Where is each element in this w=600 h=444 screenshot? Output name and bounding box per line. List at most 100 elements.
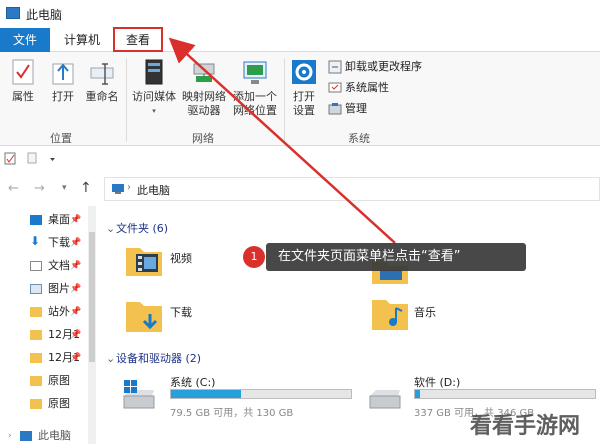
- open-settings-label-1: 打开: [293, 90, 315, 103]
- back-arrow-icon[interactable]: ←: [8, 181, 19, 196]
- open-button[interactable]: 打开: [46, 58, 80, 104]
- nav-item-desktop[interactable]: 桌面 📌: [30, 210, 96, 230]
- folder-downloads[interactable]: [124, 296, 164, 339]
- folder-videos[interactable]: [124, 240, 164, 281]
- drive-label: 系统 (C:): [170, 376, 216, 389]
- instruction-tooltip: 在文件夹页面菜单栏点击“查看”: [266, 243, 526, 271]
- nav-item-label: 图片: [48, 282, 70, 295]
- tab-computer[interactable]: 计算机: [58, 28, 106, 52]
- up-arrow-icon[interactable]: ↑: [80, 180, 92, 196]
- drives-header-label: 设备和驱动器 (2): [116, 352, 202, 365]
- ribbon: 属性 打开 重命名 位置 访问媒体 ▾ 映射网络 驱动器 添加一个 网络位置 网…: [0, 52, 600, 146]
- network-group-label: 网络: [192, 132, 214, 145]
- pin-icon: 📌: [70, 215, 82, 225]
- quick-access-icons: [4, 152, 55, 165]
- pin-icon: 📌: [70, 284, 82, 294]
- properties-button[interactable]: 属性: [6, 58, 40, 104]
- nav-item-folder[interactable]: 12月1 📌: [30, 348, 96, 368]
- nav-item-label: 站外: [48, 305, 70, 318]
- nav-item-folder[interactable]: 原图: [30, 394, 96, 414]
- music-folder-icon: [372, 300, 408, 330]
- nav-item-label: 原图: [48, 374, 70, 387]
- nav-item-label: 原图: [48, 397, 70, 410]
- address-bar[interactable]: › 此电脑: [104, 177, 600, 201]
- forward-arrow-icon[interactable]: →: [34, 181, 45, 196]
- nav-item-documents[interactable]: 文档 📌: [30, 256, 96, 276]
- view-tab-highlight: [113, 27, 163, 52]
- watermark: 看看手游网: [470, 414, 581, 439]
- document-icon: [30, 261, 42, 271]
- system-drive-icon: [123, 380, 155, 409]
- map-drive-label-2: 驱动器: [187, 104, 221, 117]
- window-title: 此电脑: [26, 8, 63, 22]
- chevron-right-icon: ›: [8, 431, 12, 441]
- tab-file[interactable]: 文件: [0, 28, 50, 52]
- picture-icon: [30, 284, 42, 294]
- folders-section-header[interactable]: ⌄文件夹 (6): [106, 220, 168, 236]
- system-properties-button[interactable]: 系统属性: [328, 79, 389, 97]
- network-drive-icon: [193, 63, 215, 82]
- nav-scrollbar[interactable]: [88, 206, 96, 444]
- computer-icon: [6, 7, 20, 19]
- computer-icon: [112, 184, 124, 194]
- manage-button[interactable]: 管理: [328, 100, 367, 118]
- download-folder-icon: [126, 302, 162, 332]
- rename-button[interactable]: 重命名: [82, 58, 122, 104]
- uninstall-label: 卸载或更改程序: [345, 60, 422, 73]
- desktop-icon: [30, 215, 42, 225]
- recent-dropdown-icon[interactable]: ▾: [62, 183, 67, 193]
- network-location-icon: [243, 61, 267, 84]
- drive-c[interactable]: [120, 378, 160, 415]
- manage-icon: [328, 103, 342, 115]
- add-location-label-2: 网络位置: [233, 104, 277, 117]
- location-group-label: 位置: [50, 132, 72, 145]
- uninstall-programs-button[interactable]: 卸载或更改程序: [328, 58, 422, 76]
- uninstall-icon: [328, 60, 342, 74]
- scrollbar-thumb[interactable]: [89, 232, 95, 362]
- nav-item-this-pc[interactable]: › 此电脑: [8, 426, 88, 444]
- add-network-location-button[interactable]: 添加一个 网络位置: [230, 58, 280, 118]
- chevron-down-icon: ⌄: [106, 222, 116, 235]
- navigation-pane: 桌面 📌 ⬇ 下载 📌 文档 📌 图片 📌 站外 📌 12月1 📌 12月1 📌…: [0, 206, 98, 444]
- map-drive-label-1: 映射网络: [182, 90, 226, 103]
- nav-item-folder[interactable]: 12月1 📌: [30, 325, 96, 345]
- add-location-label-1: 添加一个: [233, 90, 277, 103]
- nav-item-downloads[interactable]: ⬇ 下载 📌: [30, 233, 96, 253]
- address-path: 此电脑: [137, 184, 170, 197]
- drive-d[interactable]: [366, 384, 406, 415]
- folder-icon: [30, 330, 42, 340]
- pin-icon: 📌: [70, 307, 82, 317]
- folder-music[interactable]: [370, 294, 410, 337]
- media-server-icon: [145, 59, 163, 85]
- nav-item-label: 此电脑: [38, 429, 71, 442]
- video-folder-icon: [126, 248, 162, 276]
- drive-usage-bar: [414, 389, 596, 399]
- step-number-badge: 1: [243, 246, 265, 268]
- nav-item-folder[interactable]: 原图: [30, 371, 96, 391]
- nav-item-label: 文档: [48, 259, 70, 272]
- title-bar: 此电脑: [0, 0, 600, 28]
- chevron-right-icon: ›: [127, 182, 131, 193]
- open-settings-label-2: 设置: [293, 104, 315, 117]
- address-row: ← → ▾ ↑ › 此电脑: [0, 176, 600, 202]
- folder-label: 视频: [170, 252, 192, 265]
- manage-label: 管理: [345, 102, 367, 115]
- nav-item-label: 桌面: [48, 213, 70, 226]
- nav-item-label: 下载: [48, 236, 70, 249]
- folder-icon: [30, 353, 42, 363]
- drive-free-text: 79.5 GB 可用，共 130 GB: [170, 408, 294, 419]
- access-media-button[interactable]: 访问媒体 ▾: [130, 58, 178, 118]
- download-arrow-icon: ⬇: [30, 234, 41, 248]
- nav-item-pictures[interactable]: 图片 📌: [30, 279, 96, 299]
- drives-section-header[interactable]: ⌄设备和驱动器 (2): [106, 350, 201, 366]
- drive-icon: [369, 390, 401, 409]
- system-group-label: 系统: [348, 132, 370, 145]
- system-properties-icon: [328, 82, 342, 93]
- map-drive-button[interactable]: 映射网络 驱动器: [180, 58, 228, 118]
- open-settings-button[interactable]: 打开 设置: [288, 58, 320, 118]
- pin-icon: 📌: [70, 238, 82, 248]
- open-label: 打开: [52, 90, 74, 103]
- drive-usage-fill: [415, 390, 420, 398]
- pin-icon: 📌: [70, 330, 82, 340]
- nav-item-folder[interactable]: 站外 📌: [30, 302, 96, 322]
